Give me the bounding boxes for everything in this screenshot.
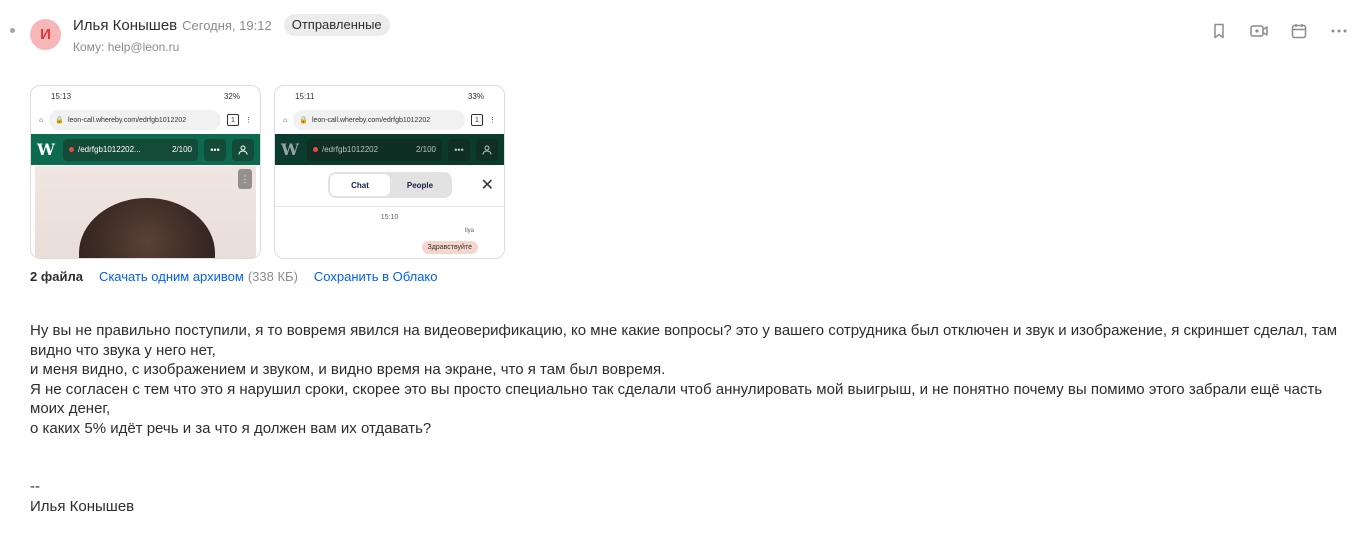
video-menu-icon: ⋮ [238, 169, 252, 189]
more-icon: ••• [204, 138, 226, 161]
people-tab: People [406, 180, 434, 190]
recording-dot-icon [313, 147, 318, 152]
divider [275, 206, 504, 207]
video-frame: ⋮ [35, 166, 256, 258]
browser-url-bar: ⌂ 🔒 leon-call.whereby.com/edrfgb1012202 … [31, 106, 260, 134]
attachment-thumbnail-1[interactable]: 15:13 32% ⌂ 🔒 leon-call.whereby.com/edrf… [30, 85, 261, 259]
signature-name: Илья Конышев [30, 498, 135, 515]
close-icon: ✕ [480, 177, 494, 194]
bookmark-icon[interactable] [1208, 20, 1230, 42]
recording-dot-icon [69, 147, 74, 152]
sender-row: Илья Конышев Сегодня, 19:12 Отправленные [73, 14, 390, 36]
url-field: 🔒 leon-call.whereby.com/edrfgb1012202 [49, 110, 221, 130]
person-head [79, 198, 215, 258]
chat-message: Здравствуйте [421, 241, 478, 254]
body-line-3: Я не согласен с тем что это я нарушил ср… [30, 380, 1323, 418]
whereby-header: W /edrfgb1012202 2/100 ••• [275, 134, 504, 165]
room-pill: /edrfgb1012202 2/100 [307, 138, 442, 161]
unread-indicator[interactable] [10, 28, 15, 33]
tabs-count: 1 [471, 114, 483, 126]
chat-panel: Chat People ✕ 15:10 Ilya Здравствуйте [275, 166, 504, 258]
message-body: Ну вы не правильно поступили, я то вовре… [30, 321, 1360, 438]
whereby-logo: W [281, 140, 299, 159]
sent-time: Сегодня, 19:12 [182, 17, 272, 33]
browser-url-bar: ⌂ 🔒 leon-call.whereby.com/edrfgb1012202 … [275, 106, 504, 134]
more-icon[interactable] [1328, 20, 1350, 42]
status-time: 15:11 [295, 91, 315, 101]
sender-name[interactable]: Илья Конышев [73, 17, 177, 34]
phone-status-bar: 15:11 33% [275, 86, 504, 106]
url-text: leon-call.whereby.com/edrfgb1012202 [67, 116, 187, 124]
home-icon: ⌂ [39, 116, 44, 124]
menu-icon: ⋮ [245, 117, 252, 124]
person-icon [232, 138, 254, 161]
chat-tab: Chat [330, 174, 390, 196]
status-battery: 33% [467, 91, 484, 101]
message-toolbar [1208, 20, 1368, 42]
status-battery: 32% [223, 91, 240, 101]
signature-separator: -- [30, 478, 40, 495]
more-icon: ••• [448, 138, 470, 161]
room-name: /edrfgb1012202 [322, 145, 379, 154]
room-name: /edrfgb1012202... [78, 145, 141, 154]
chat-user: Ilya [464, 228, 474, 234]
save-to-cloud-link[interactable]: Сохранить в Облако [314, 269, 438, 284]
lock-icon: 🔒 [299, 117, 308, 124]
attachment-thumbnail-2[interactable]: 15:11 33% ⌂ 🔒 leon-call.whereby.com/edrf… [274, 85, 505, 259]
video-call-icon[interactable] [1248, 20, 1270, 42]
menu-icon: ⋮ [489, 117, 496, 124]
whereby-header: W /edrfgb1012202... 2/100 ••• [31, 134, 260, 165]
signature: -- Илья Конышев [30, 477, 134, 517]
person-icon [476, 138, 498, 161]
status-time: 15:13 [51, 91, 72, 101]
body-line-2: и меня видно, с изображением и звуком, и… [30, 361, 666, 378]
body-line-4: о каких 5% идёт речь и за что я должен в… [30, 419, 432, 437]
recipient-label: Кому: [73, 40, 105, 54]
tabs-count: 1 [227, 114, 239, 126]
url-field: 🔒 leon-call.whereby.com/edrfgb1012202 [293, 110, 465, 130]
body-line-1: Ну вы не правильно поступили, я то вовре… [30, 322, 1338, 359]
avatar-letter: И [40, 26, 51, 43]
attachment-summary: 2 файла Скачать одним архивом (338 КБ) С… [30, 269, 438, 284]
chat-segment-control: Chat People [328, 172, 452, 198]
room-pill: /edrfgb1012202... 2/100 [63, 138, 198, 161]
chat-time: 15:10 [380, 214, 399, 221]
phone-status-bar: 15:13 32% [31, 86, 260, 106]
attachment-list: 15:13 32% ⌂ 🔒 leon-call.whereby.com/edrf… [30, 85, 505, 259]
folder-badge[interactable]: Отправленные [283, 14, 390, 36]
archive-size: (338 КБ) [247, 269, 298, 284]
lock-icon: 🔒 [55, 117, 64, 124]
avatar[interactable]: И [30, 19, 61, 50]
calendar-icon[interactable] [1288, 20, 1310, 42]
participant-count: 2/100 [415, 145, 436, 154]
home-icon: ⌂ [283, 116, 288, 124]
recipient-row: Кому: help@leon.ru [73, 40, 179, 54]
participant-count: 2/100 [171, 145, 192, 154]
files-count: 2 файла [30, 269, 83, 284]
recipient-address[interactable]: help@leon.ru [108, 40, 180, 54]
download-archive-link[interactable]: Скачать одним архивом [99, 269, 244, 284]
url-text: leon-call.whereby.com/edrfgb1012202 [311, 116, 431, 124]
whereby-logo: W [37, 140, 55, 159]
